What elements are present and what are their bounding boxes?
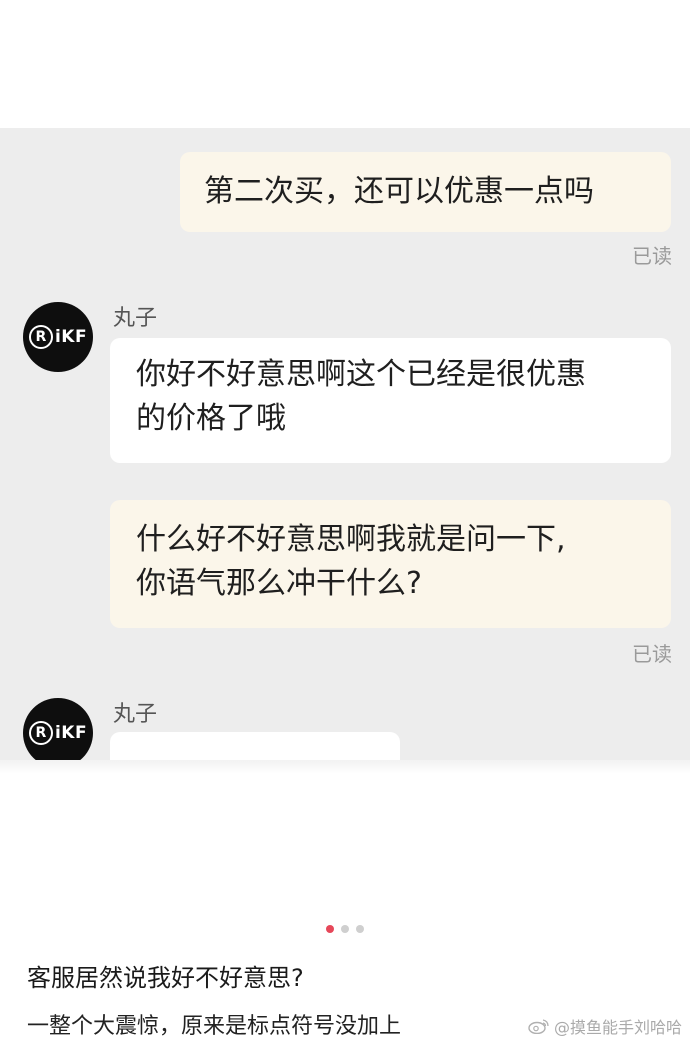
message-text: 第二次买，还可以优惠一点吗 <box>204 174 594 209</box>
read-status: 已读 <box>632 642 672 666</box>
carousel-dot[interactable] <box>341 925 349 933</box>
avatar-logo-text: iKF <box>54 327 88 347</box>
avatar-logo-ring: R <box>28 721 53 745</box>
carousel-indicator <box>0 925 690 933</box>
post-title: 客服居然说我好不好意思? <box>27 964 304 992</box>
message-bubble-incoming: 你好不好意思啊这个已经是很优惠 的价格了哦 <box>110 338 671 463</box>
message-bubble-incoming-cut <box>110 732 400 760</box>
message-text-line: 的价格了哦 <box>136 401 286 436</box>
sender-name: 丸子 <box>113 702 158 727</box>
message-bubble-outgoing: 第二次买，还可以优惠一点吗 <box>180 152 671 232</box>
shop-avatar[interactable]: R iKF <box>23 302 93 372</box>
message-text-line: 你语气那么冲干什么? <box>136 566 422 601</box>
shop-avatar[interactable]: R iKF <box>23 698 93 760</box>
carousel-dot-active[interactable] <box>326 925 334 933</box>
screenshot-edge-fade <box>0 760 690 774</box>
watermark: @摸鱼能手刘哈哈 <box>528 1014 682 1038</box>
post-subtitle: 一整个大震惊，原来是标点符号没加上 <box>27 1014 402 1039</box>
top-blank-area <box>0 0 690 128</box>
sender-name: 丸子 <box>113 306 158 331</box>
watermark-text: @摸鱼能手刘哈哈 <box>553 1018 682 1037</box>
message-bubble-outgoing: 什么好不好意思啊我就是问一下, 你语气那么冲干什么? <box>110 500 671 628</box>
weibo-icon <box>528 1019 549 1034</box>
carousel-dot[interactable] <box>356 925 364 933</box>
read-status: 已读 <box>632 244 672 268</box>
avatar-logo-text: iKF <box>54 723 88 743</box>
message-text-line: 什么好不好意思啊我就是问一下, <box>136 522 566 557</box>
chat-screenshot: 第二次买，还可以优惠一点吗 已读 R iKF 丸子 你好不好意思啊这个已经是很优… <box>0 128 690 760</box>
avatar-logo-ring: R <box>28 325 53 349</box>
message-text-line: 你好不好意思啊这个已经是很优惠 <box>136 357 586 392</box>
